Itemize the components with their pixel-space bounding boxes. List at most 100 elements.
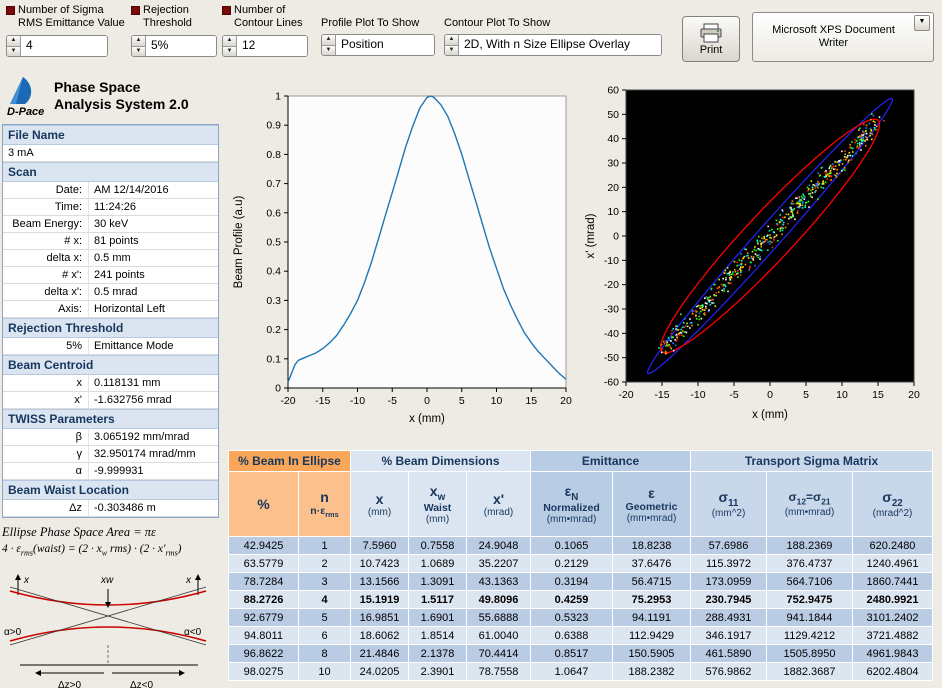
table-cell: 288.4931 xyxy=(690,608,767,627)
table-cell: 7.5960 xyxy=(350,536,409,555)
rejection-threshold-control: Rejection Threshold 5% xyxy=(131,4,223,57)
print-button[interactable]: Print xyxy=(682,16,740,62)
table-cell: 188.2369 xyxy=(766,536,853,555)
table-cell: 1.0689 xyxy=(408,554,467,573)
info-label: # x': xyxy=(3,267,89,283)
info-value: 81 points xyxy=(94,235,139,247)
column-header: εN Normalized (mm•mrad) xyxy=(530,471,613,537)
contour-lines-value-field[interactable]: 12 xyxy=(237,36,307,56)
table-cell: 112.9429 xyxy=(612,626,691,645)
svg-text:-60: -60 xyxy=(604,377,619,389)
profile-plot-ring[interactable]: Position xyxy=(321,34,435,56)
table-cell: 150.5905 xyxy=(612,644,691,663)
increment-button[interactable] xyxy=(445,35,458,46)
svg-text:10: 10 xyxy=(607,206,619,218)
app-title-line1: Phase Space xyxy=(54,79,141,95)
table-cell: 1882.3687 xyxy=(766,662,853,681)
info-row: Δz -0.303486 m xyxy=(3,500,218,517)
table-cell: 1.5117 xyxy=(408,590,467,609)
info-label: Time: xyxy=(3,199,89,215)
info-row: β 3.065192 mm/mrad xyxy=(3,429,218,446)
info-row: Time: 11:24:26 xyxy=(3,199,218,216)
table-row: 88.2726 4 15.1919 1.5117 49.8096 0.4259 75.295… xyxy=(228,590,933,609)
table-cell: 15.1919 xyxy=(350,590,409,609)
svg-text:10: 10 xyxy=(836,389,848,401)
diagram-alpha-negative-label: α<0 xyxy=(184,627,202,638)
svg-text:30: 30 xyxy=(607,158,619,170)
info-label: α xyxy=(3,463,89,479)
contour-plot-ring[interactable]: 2D, With n Size Ellipse Overlay xyxy=(444,34,662,56)
printer-select[interactable]: Microsoft XPS Document Writer xyxy=(752,12,934,62)
printer-dropdown-button[interactable] xyxy=(914,15,930,31)
svg-text:0.3: 0.3 xyxy=(266,295,281,307)
info-value: -1.632756 mrad xyxy=(94,394,172,406)
table-cell: 6 xyxy=(298,626,351,645)
info-label: 5% xyxy=(3,338,89,354)
sigma-label-line2: RMS Emittance Value xyxy=(18,17,125,29)
svg-text:-10: -10 xyxy=(350,395,365,407)
table-cell: 0.6388 xyxy=(530,626,613,645)
contour-lines-label-line2: Contour Lines xyxy=(234,17,303,29)
info-label: γ xyxy=(3,446,89,462)
sigma-value-field[interactable]: 4 xyxy=(21,36,107,56)
increment-button[interactable] xyxy=(322,35,335,46)
svg-text:0.6: 0.6 xyxy=(266,207,281,219)
group-header: % Beam Dimensions xyxy=(350,450,531,472)
svg-text:-40: -40 xyxy=(604,328,619,340)
column-header: x (mm) xyxy=(350,471,409,537)
table-row: 94.8011 6 18.6062 1.8514 61.0040 0.6388 112.94… xyxy=(228,626,933,645)
table-cell: 24.9048 xyxy=(466,536,531,555)
table-cell: 56.4715 xyxy=(612,572,691,591)
svg-text:x (mm): x (mm) xyxy=(409,413,445,425)
column-header: σ22 (mrad^2) xyxy=(852,471,933,537)
info-row: Date: AM 12/14/2016 xyxy=(3,182,218,199)
svg-text:10: 10 xyxy=(491,395,503,407)
phase-space-contour-plot: -60-50-40-30-20-100102030405060-20 -15 -10… xyxy=(585,85,920,422)
svg-text:0: 0 xyxy=(275,383,281,395)
profile-plot-label: Profile Plot To Show xyxy=(321,17,420,29)
table-cell: 620.2480 xyxy=(852,536,933,555)
increment-button[interactable] xyxy=(132,36,145,47)
increment-button[interactable] xyxy=(223,36,236,47)
table-cell: 173.0959 xyxy=(690,572,767,591)
increment-button[interactable] xyxy=(7,36,20,47)
column-header: σ12=σ21 (mm•mrad) xyxy=(766,471,853,537)
decrement-button[interactable] xyxy=(445,45,458,55)
table-cell: 98.0275 xyxy=(228,662,299,681)
decrement-button[interactable] xyxy=(322,45,335,55)
table-cell: 6202.4804 xyxy=(852,662,933,681)
contour-plot-value[interactable]: 2D, With n Size Ellipse Overlay xyxy=(459,35,661,55)
table-cell: 5 xyxy=(298,608,351,627)
svg-text:0.5: 0.5 xyxy=(266,237,281,249)
table-cell: 55.6888 xyxy=(466,608,531,627)
svg-text:0.1: 0.1 xyxy=(266,353,281,365)
svg-text:-30: -30 xyxy=(604,304,619,316)
table-cell: 941.1844 xyxy=(766,608,853,627)
table-cell: 24.0205 xyxy=(350,662,409,681)
svg-text:20: 20 xyxy=(560,395,572,407)
profile-plot-value[interactable]: Position xyxy=(336,35,434,55)
decrement-button[interactable] xyxy=(7,46,20,56)
table-cell: 37.6476 xyxy=(612,554,691,573)
table-cell: 115.3972 xyxy=(690,554,767,573)
info-label: Δz xyxy=(3,500,89,516)
rejection-spinner[interactable]: 5% xyxy=(131,35,217,57)
svg-text:-20: -20 xyxy=(618,389,633,401)
svg-text:-10: -10 xyxy=(690,389,705,401)
info-value: -0.303486 m xyxy=(94,502,156,514)
sigma-spinner[interactable]: 4 xyxy=(6,35,108,57)
rejection-value-field[interactable]: 5% xyxy=(146,36,216,56)
table-cell: 1.3091 xyxy=(408,572,467,591)
diagram-x-left-label: x xyxy=(23,575,30,586)
svg-text:0.8: 0.8 xyxy=(266,149,281,161)
contour-lines-spinner[interactable]: 12 xyxy=(222,35,308,57)
info-value: 3 mA xyxy=(8,147,34,159)
decrement-button[interactable] xyxy=(223,46,236,56)
svg-text:0.7: 0.7 xyxy=(266,178,281,190)
contour-plot-label: Contour Plot To Show xyxy=(444,17,551,29)
decrement-button[interactable] xyxy=(132,46,145,56)
table-cell: 564.7106 xyxy=(766,572,853,591)
svg-text:-20: -20 xyxy=(604,279,619,291)
table-cell: 0.1065 xyxy=(530,536,613,555)
info-label: delta x: xyxy=(3,250,89,266)
